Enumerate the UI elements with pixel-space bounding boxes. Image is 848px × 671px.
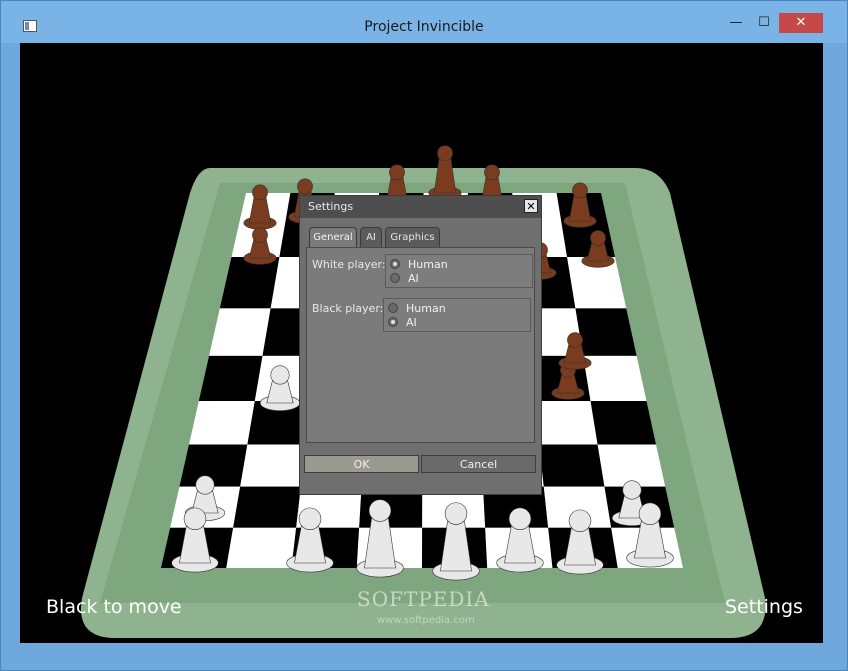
white-human-radio[interactable]: Human: [390, 258, 448, 272]
game-viewport[interactable]: Settings ✕ General AI Graphics White pla…: [20, 43, 823, 643]
window-title: Project Invincible: [364, 19, 484, 35]
black-human-label: Human: [406, 302, 446, 315]
title-bar[interactable]: Project Invincible — ☐ ✕: [1, 1, 847, 43]
tab-graphics[interactable]: Graphics: [385, 227, 440, 247]
board-square: [575, 308, 637, 356]
settings-dialog: Settings ✕ General AI Graphics White pla…: [299, 195, 542, 495]
white-ai-radio[interactable]: AI: [390, 272, 419, 286]
dialog-title: Settings: [300, 196, 541, 218]
radio-selected-icon: [388, 317, 398, 327]
maximize-button[interactable]: ☐: [751, 13, 777, 33]
black-player-label: Black player:: [312, 302, 384, 315]
board-square: [233, 486, 301, 528]
app-window: Project Invincible — ☐ ✕ Settings ✕ Gene…: [0, 0, 848, 671]
black-ai-label: AI: [406, 316, 417, 329]
white-player-label: White player:: [312, 258, 386, 271]
black-human-radio[interactable]: Human: [388, 302, 446, 316]
dialog-close-icon[interactable]: ✕: [524, 199, 538, 213]
settings-link[interactable]: Settings: [725, 596, 803, 618]
tab-general[interactable]: General: [309, 227, 357, 247]
board-square: [539, 444, 605, 487]
general-tab-panel: White player: Human AI Black player: Hum…: [306, 247, 535, 443]
board-square: [583, 355, 647, 402]
board-square: [198, 355, 263, 402]
radio-unselected-icon: [390, 273, 400, 283]
board-square: [240, 444, 306, 487]
board-square: [226, 527, 297, 568]
tab-ai[interactable]: AI: [360, 227, 382, 247]
cancel-button[interactable]: Cancel: [421, 455, 536, 473]
board-square: [188, 401, 255, 445]
black-player-radio-group: Human AI: [383, 298, 531, 332]
white-human-label: Human: [408, 258, 448, 271]
radio-unselected-icon: [388, 303, 398, 313]
close-button[interactable]: ✕: [779, 13, 823, 33]
turn-status: Black to move: [46, 596, 182, 618]
radio-selected-icon: [390, 259, 400, 269]
minimize-button[interactable]: —: [723, 13, 749, 33]
black-ai-radio[interactable]: AI: [388, 316, 417, 330]
watermark-logo: SOFTPEDIA: [357, 587, 490, 611]
board-square: [534, 401, 598, 445]
board-square: [209, 308, 271, 356]
white-ai-label: AI: [408, 272, 419, 285]
board-square: [179, 444, 248, 487]
ok-button[interactable]: OK: [304, 455, 419, 473]
white-player-radio-group: Human AI: [385, 254, 533, 288]
watermark-url: www.softpedia.com: [377, 615, 475, 626]
board-square: [597, 444, 666, 487]
board-square: [590, 401, 656, 445]
